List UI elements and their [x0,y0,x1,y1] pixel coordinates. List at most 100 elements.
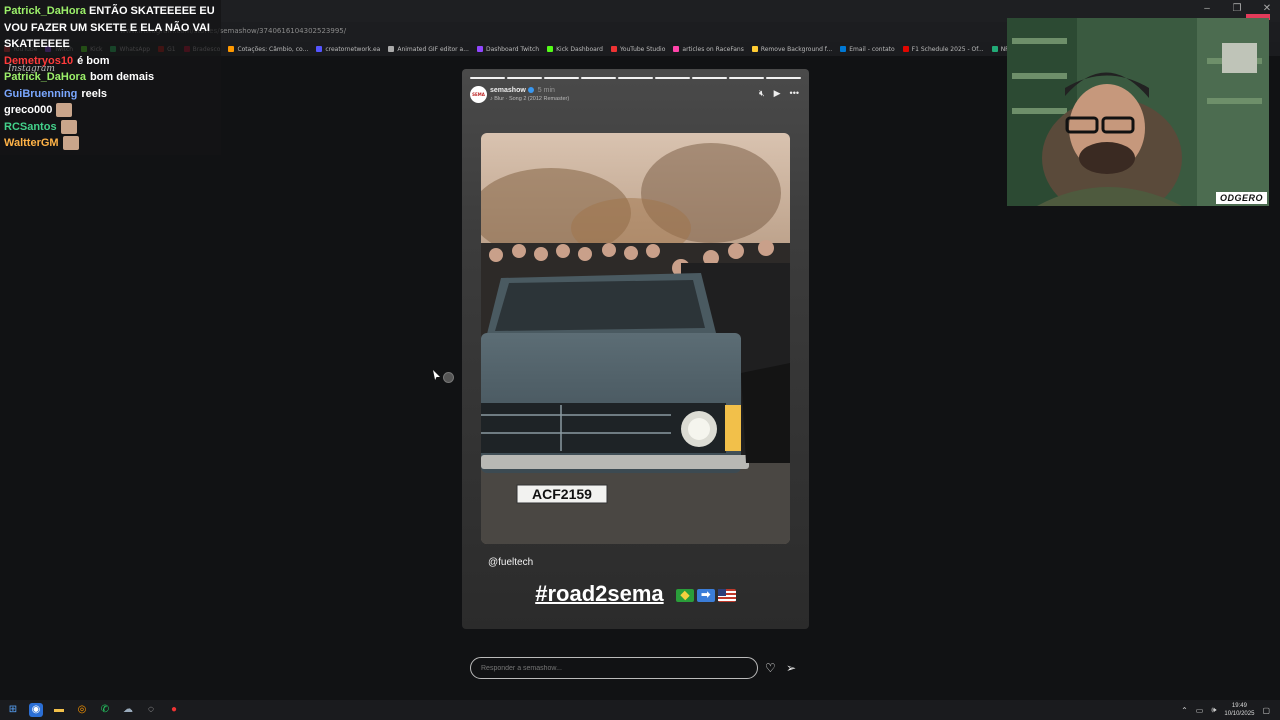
chevron-up-icon[interactable]: ⌃ [1181,706,1188,715]
chat-emote-icon [62,136,79,151]
whatsapp-icon[interactable]: ✆ [98,703,112,717]
app-red-icon[interactable]: ● [167,703,181,717]
notification-icon[interactable]: ▢ [1262,706,1270,715]
streamer-logo-badge: ODGERO [1215,192,1267,204]
taskbar: ⊞ ◉ ▬ ◎ ✆ ☁ ◌ ● ⌃ ▭ 🕪︎ 19:49 10/10/2025 … [0,700,1280,720]
maximize-icon[interactable]: ❐ [1230,3,1244,14]
bookmark-favicon-icon [610,46,617,52]
clock-date: 10/10/2025 [1224,711,1255,717]
progress-segment [470,77,505,79]
chat-message: RCSantos [4,119,217,136]
bookmark-favicon-icon [476,46,483,52]
heart-icon[interactable]: ♡ [765,661,776,675]
chat-username[interactable]: Patrick_DaHora [4,5,86,17]
window-controls: – ❐ ✕ [1200,3,1274,14]
bookmark-label: Remove Background f... [760,45,833,53]
chat-username[interactable]: RCSantos [4,119,57,136]
progress-segment [618,77,653,79]
browser-icon[interactable]: ◉ [29,703,43,717]
chat-emote-icon [56,103,73,118]
windows-start-icon[interactable]: ⊞ [6,703,20,717]
mention-fueltech[interactable]: @fueltech [488,557,533,568]
chat-message: Patrick_DaHora ENTÃO SKATEEEEE EU VOU FA… [4,3,217,53]
progress-segment [729,77,764,79]
chat-message: greco000 [4,102,217,119]
bookmark-item[interactable]: Email - contato [840,45,895,53]
bookmark-item[interactable]: Dashboard Twitch [476,45,540,53]
bookmark-item[interactable]: YouTube Studio [610,46,665,53]
progress-segment [507,77,542,79]
minimize-icon[interactable]: – [1200,3,1214,14]
bookmark-item[interactable]: Animated GIF editor a... [388,46,469,53]
bookmark-label: creatornetwork.ea [325,45,381,53]
bookmark-favicon-icon [228,46,235,52]
app-orange-icon[interactable]: ◎ [75,703,89,717]
flag-emojis: ➡ [675,588,736,602]
mute-icon[interactable]: 🔇︎ [759,88,765,99]
chat-username[interactable]: WaltterGM [4,135,59,152]
hashtag-text[interactable]: #road2sema [535,581,663,606]
play-icon[interactable]: ▶ [774,88,781,99]
bookmark-item[interactable]: Kick Dashboard [547,46,603,53]
bookmark-item[interactable]: Remove Background f... [751,45,833,53]
network-icon[interactable]: ▭ [1196,706,1204,715]
chat-username[interactable]: greco000 [4,102,52,119]
bookmark-label: articles on RaceFans [682,45,744,53]
reply-input[interactable] [470,657,758,679]
account-name[interactable]: semashow 5 min [490,87,555,94]
avatar[interactable]: SEMA [470,86,487,103]
bookmark-favicon-icon [840,46,847,52]
webcam-overlay: ODGERO [1007,18,1269,206]
song-label[interactable]: ♪ Blur · Song 2 (2012 Remaster) [490,96,569,102]
bookmark-item[interactable]: articles on RaceFans [673,45,744,53]
chat-username[interactable]: GuiBruenning [4,86,77,103]
instagram-tab-label: Instagram [8,64,55,74]
screen: – ❐ ✕ www.instagram.com/stories/semashow… [0,0,1280,720]
chat-text: é bom [77,54,110,67]
chat-emote-icon [60,119,77,134]
chat-message: WaltterGM [4,135,217,152]
bookmark-favicon-icon [991,46,998,52]
more-icon[interactable]: ••• [790,88,799,99]
bookmark-label: Dashboard Twitch [485,45,540,53]
bookmark-favicon-icon [673,46,680,52]
bookmark-label: Kick Dashboard [556,45,603,53]
file-explorer-icon[interactable]: ▬ [52,703,66,717]
arrow-right-icon: ➡ [696,588,715,602]
system-tray: ⌃ ▭ 🕪︎ 19:49 10/10/2025 ▢ [1181,702,1270,718]
progress-segment [766,77,801,79]
hashtag-sticker[interactable]: #road2sema ➡ [462,581,809,607]
car-photo-illustration: ACF2159 [481,133,790,544]
progress-segment [655,77,690,79]
progress-segment [692,77,727,79]
license-plate: ACF2159 [532,486,592,502]
bookmark-favicon-icon [902,46,909,52]
bookmark-label: Cotações: Câmbio, co... [237,45,309,53]
bookmark-favicon-icon [316,46,323,52]
send-icon[interactable]: ➢ [786,661,796,675]
bookmark-item[interactable]: Cotações: Câmbio, co... [228,46,308,53]
bookmark-item[interactable]: F1 Schedule 2025 - Of... [902,45,984,53]
bookmark-label: F1 Schedule 2025 - Of... [911,45,984,53]
story-time: 5 min [537,87,555,94]
instagram-story[interactable]: SEMA semashow 5 min ♪ Blur · Song 2 (2012… [462,69,809,629]
bookmark-favicon-icon [547,46,554,52]
verified-icon [527,87,534,94]
cursor-indicator [443,372,454,383]
taskbar-apps: ⊞ ◉ ▬ ◎ ✆ ☁ ◌ ● [6,703,181,717]
story-progress-bar [470,77,801,79]
system-clock[interactable]: 19:49 10/10/2025 [1224,702,1254,718]
obs-icon[interactable]: ◌ [144,703,158,717]
progress-segment [544,77,579,79]
close-icon[interactable]: ✕ [1260,3,1274,14]
avatar-text: SEMA [472,92,485,97]
usa-flag-icon [717,588,736,602]
brazil-flag-icon [675,588,694,602]
volume-icon[interactable]: 🕪︎ [1211,705,1216,715]
bookmark-label: Email - contato [849,45,895,53]
bookmark-item[interactable]: creatornetwork.ea [316,46,380,53]
bookmark-favicon-icon [388,46,395,52]
story-header: SEMA semashow 5 min ♪ Blur · Song 2 (2012… [470,86,799,106]
streamer-webcam-illustration [1007,18,1269,206]
app-cloud-icon[interactable]: ☁ [121,703,135,717]
